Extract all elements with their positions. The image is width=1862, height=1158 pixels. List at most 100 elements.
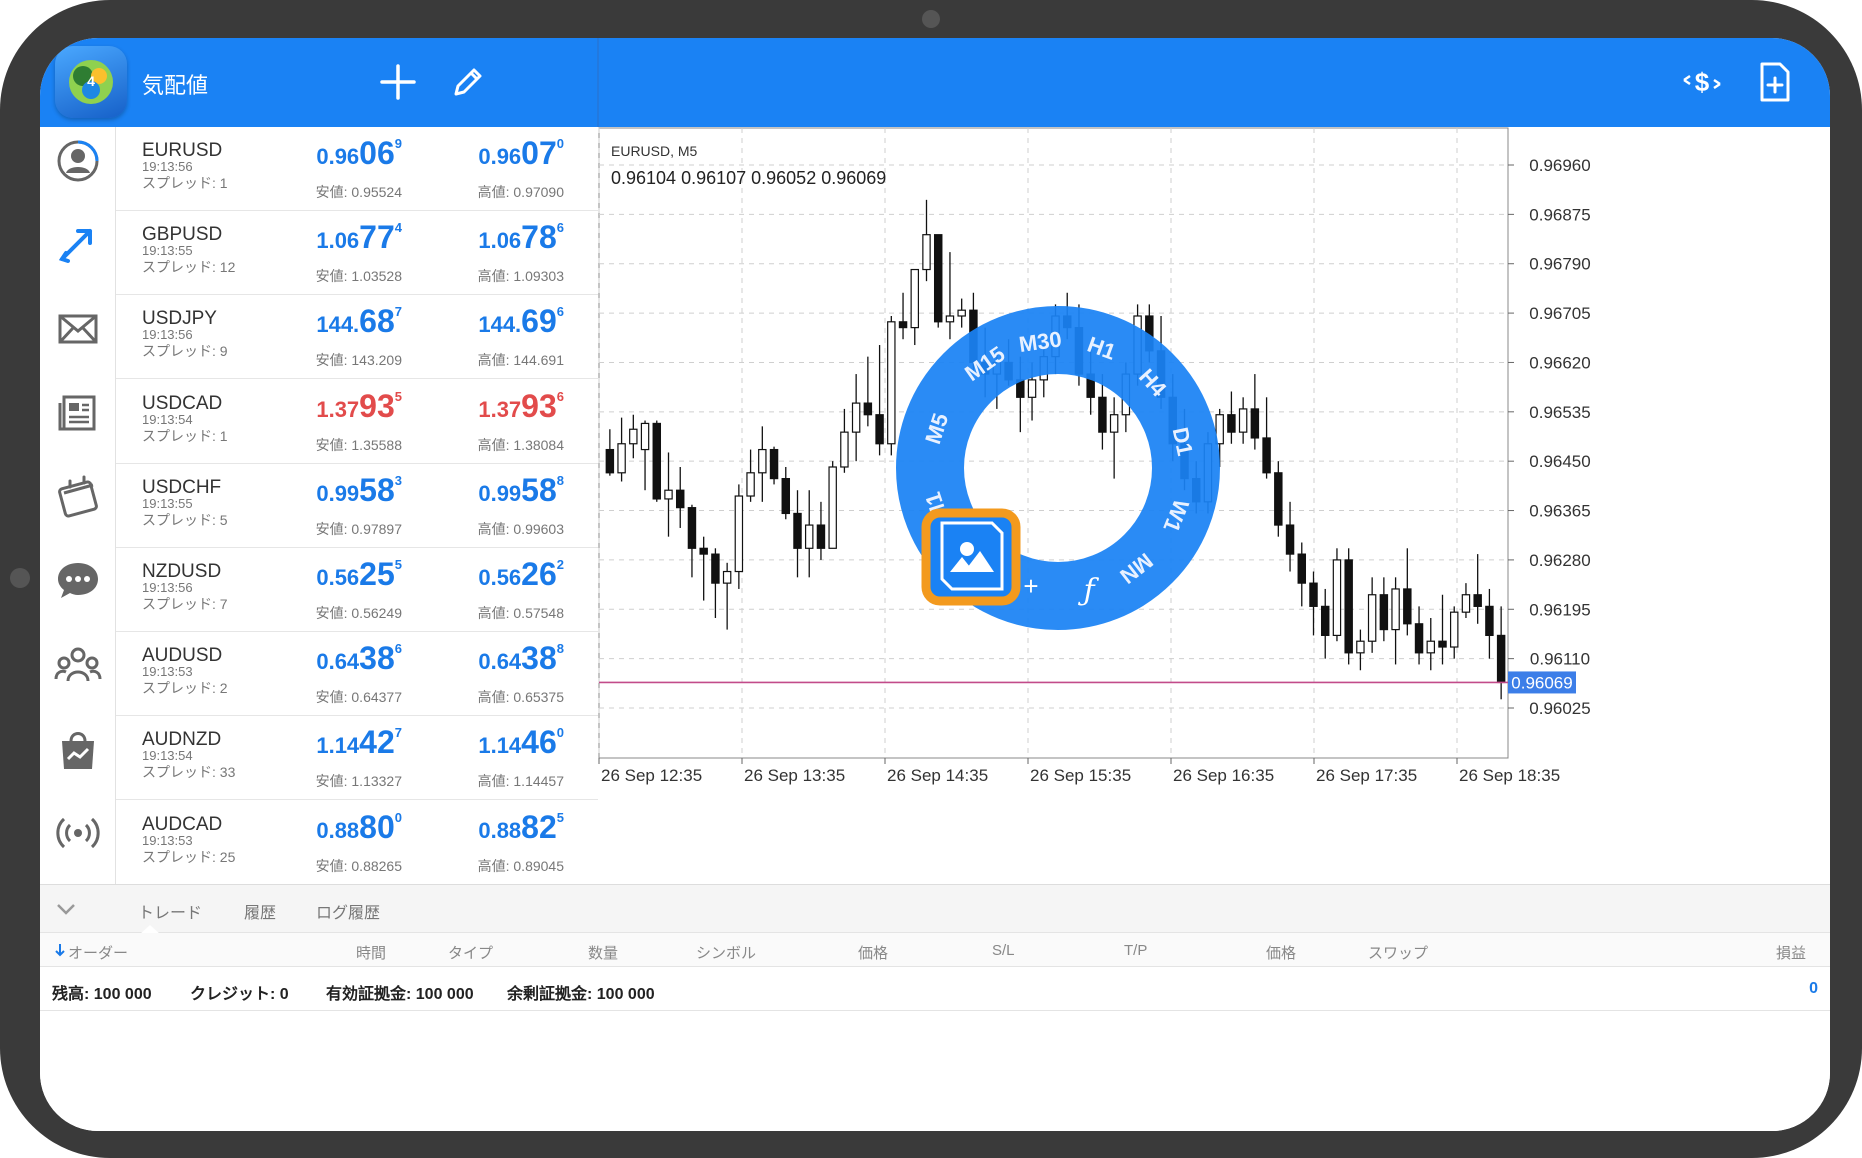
column-header[interactable]: 時間 xyxy=(356,942,386,963)
y-tick-label: 0.96875 xyxy=(1529,205,1590,224)
candle xyxy=(1250,374,1260,450)
column-header[interactable]: 価格 xyxy=(858,942,888,963)
chart-canvas[interactable]: 0.96960 0.96875 0.96790 0.96705 0.96620 0.965… xyxy=(598,127,1830,884)
quote-spread: スプレッド: 7 xyxy=(142,596,228,612)
ask-price[interactable]: 144.696 xyxy=(478,303,564,340)
quotes-arrows-icon[interactable] xyxy=(52,219,104,271)
quote-row[interactable]: AUDUSD 19:13:53 スプレッド: 2 0.64386 0.64388 安値: … xyxy=(116,632,598,717)
account-icon[interactable] xyxy=(52,135,104,187)
bid-price[interactable]: 0.88800 xyxy=(316,809,402,846)
y-tick-label: 0.96535 xyxy=(1529,403,1590,422)
bid-price-pips: 58 xyxy=(359,471,395,508)
ask-price-prefix: 0.88 xyxy=(478,817,522,843)
account-field-value: 100 000 xyxy=(596,986,655,1003)
calendar-icon[interactable] xyxy=(52,471,104,523)
signals-icon[interactable] xyxy=(52,807,104,859)
tab-journal[interactable]: ログ履歴 xyxy=(316,899,380,923)
account-field-value: 0 xyxy=(279,986,289,1003)
quote-row[interactable]: AUDCAD 19:13:53 スプレッド: 25 0.88800 0.88825 安値:… xyxy=(116,801,598,885)
bid-price[interactable]: 0.56255 xyxy=(316,556,402,593)
candle xyxy=(875,345,884,456)
quote-time: 19:13:55 xyxy=(142,495,193,511)
bid-price[interactable]: 0.99583 xyxy=(316,472,402,509)
column-header[interactable]: T/P xyxy=(1124,942,1147,959)
quote-high: 高値: 1.38084 xyxy=(477,436,564,453)
column-header[interactable]: スワップ xyxy=(1368,942,1428,963)
candle xyxy=(1109,397,1119,479)
column-header[interactable]: S/L xyxy=(992,942,1015,959)
chevron-down-icon[interactable] xyxy=(54,899,78,919)
column-header[interactable]: オーダー xyxy=(68,942,128,963)
column-header[interactable]: 損益 xyxy=(1776,942,1806,963)
edit-pencil-icon[interactable] xyxy=(446,60,490,104)
ask-price[interactable]: 0.88825 xyxy=(478,809,564,846)
page-title: 気配値 xyxy=(142,73,209,98)
add-symbol-icon[interactable] xyxy=(376,60,420,104)
column-header[interactable]: タイプ xyxy=(448,942,493,963)
quote-row[interactable]: AUDNZD 19:13:54 スプレッド: 33 1.14427 1.14460 安値:… xyxy=(116,716,598,801)
bid-price[interactable]: 0.96069 xyxy=(316,135,402,172)
quote-low: 安値: 0.64377 xyxy=(315,689,402,706)
tab-history[interactable]: 履歴 xyxy=(244,899,276,923)
price-chart[interactable]: 0.96960 0.96875 0.96790 0.96705 0.96620 0.965… xyxy=(598,127,1830,884)
bid-price[interactable]: 1.06774 xyxy=(316,219,402,256)
quote-row[interactable]: NZDUSD 19:13:56 スプレッド: 7 0.56255 0.56262 安値: … xyxy=(116,548,598,632)
candle xyxy=(828,461,837,549)
candle xyxy=(629,414,638,459)
ask-price-fraction: 8 xyxy=(556,472,564,488)
ask-price[interactable]: 1.06786 xyxy=(478,219,564,256)
candle xyxy=(1297,542,1307,607)
bid-price-prefix: 1.14 xyxy=(316,733,360,759)
new-order-document-icon[interactable] xyxy=(1752,60,1796,104)
object-shape-icon[interactable] xyxy=(940,521,1004,591)
quote-row[interactable]: USDCHF 19:13:55 スプレッド: 5 0.99583 0.99588 安値: … xyxy=(116,464,598,548)
timeframe-wheel[interactable]: M1M5M15 M30 H1H4D1W1MN ƒ + xyxy=(896,306,1220,630)
bid-price-fraction: 7 xyxy=(394,304,402,320)
community-icon[interactable] xyxy=(52,639,104,691)
ask-price[interactable]: 0.96070 xyxy=(478,135,564,172)
candle xyxy=(922,199,931,282)
bid-price-fraction: 9 xyxy=(394,136,402,151)
y-tick-label: 0.96450 xyxy=(1529,452,1590,471)
ask-price-prefix: 0.56 xyxy=(478,565,522,590)
ask-price[interactable]: 0.99588 xyxy=(478,472,564,509)
ask-price[interactable]: 0.64388 xyxy=(478,640,564,677)
column-header[interactable]: シンボル xyxy=(696,942,756,963)
bid-price-prefix: 144. xyxy=(316,312,360,338)
ask-price-pips: 69 xyxy=(521,303,557,340)
ask-price-prefix: 1.06 xyxy=(478,228,522,254)
trade-dollar-icon[interactable]: $ xyxy=(1680,60,1724,104)
ask-price[interactable]: 1.37936 xyxy=(478,388,564,425)
news-icon[interactable] xyxy=(52,387,104,439)
total-profit: 0 xyxy=(1809,980,1818,997)
candle xyxy=(863,356,873,427)
plot-border xyxy=(598,127,1509,759)
column-header[interactable]: 数量 xyxy=(588,942,618,963)
object-add-button[interactable]: + xyxy=(1023,571,1038,601)
quote-row[interactable]: GBPUSD 19:13:55 スプレッド: 12 1.06774 1.06786 安値:… xyxy=(116,211,598,296)
column-header[interactable]: 価格 xyxy=(1266,942,1296,963)
ask-price[interactable]: 0.56262 xyxy=(478,556,564,593)
topbar-divider xyxy=(597,38,599,127)
mail-icon[interactable] xyxy=(52,303,104,355)
x-tick-label: 26 Sep 15:35 xyxy=(1030,766,1131,785)
quote-row[interactable]: EURUSD 19:13:56 スプレッド: 1 0.96069 0.96070 安値: … xyxy=(116,127,598,211)
device-frame: 4 気配値 $ EURUSD 19:13:56 スプレッド: 1 0.96069… xyxy=(0,0,1862,1158)
candle xyxy=(699,536,708,601)
sort-arrow-down-icon[interactable] xyxy=(54,943,66,957)
bid-price[interactable]: 1.37935 xyxy=(316,388,402,425)
y-tick-label: 0.96365 xyxy=(1529,502,1590,521)
quote-time: 19:13:56 xyxy=(142,159,193,174)
ask-price[interactable]: 1.14460 xyxy=(478,724,564,761)
bid-price[interactable]: 0.64386 xyxy=(316,640,402,677)
candle xyxy=(1356,629,1365,671)
app-logo-icon[interactable]: 4 xyxy=(55,46,127,118)
bid-price[interactable]: 144.687 xyxy=(316,303,402,340)
quote-row[interactable]: USDCAD 19:13:54 スプレッド: 1 1.37935 1.37936 安値: … xyxy=(116,380,598,464)
quote-row[interactable]: USDJPY 19:13:56 スプレッド: 9 144.687 144.696 安値: … xyxy=(116,295,598,380)
market-bag-icon[interactable] xyxy=(52,723,104,775)
bid-price[interactable]: 1.14427 xyxy=(316,724,402,761)
chat-icon[interactable] xyxy=(52,555,104,607)
bid-price-fraction: 7 xyxy=(394,725,402,741)
tab-trade[interactable]: トレード xyxy=(138,899,202,923)
